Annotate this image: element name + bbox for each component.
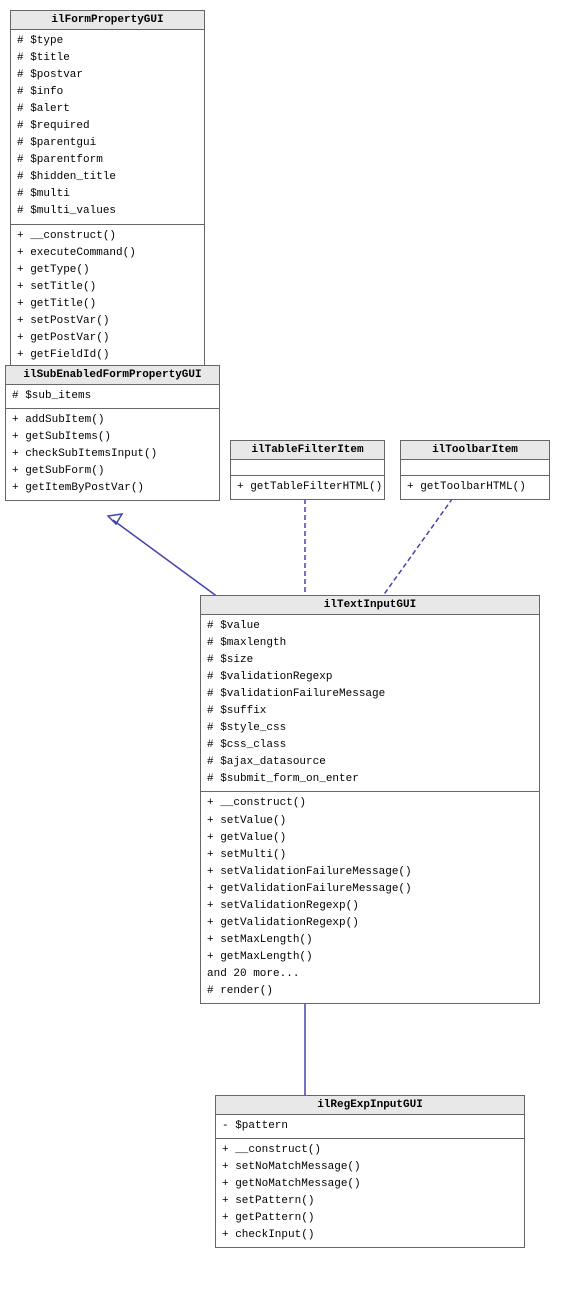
ilSubEnabledFormPropertyGUI-title: ilSubEnabledFormPropertyGUI: [6, 366, 219, 385]
ilToolbarItem-methods: + getToolbarHTML(): [401, 476, 549, 499]
ilRegExpInputGUI-box: ilRegExpInputGUI - $pattern + __construc…: [215, 1095, 525, 1248]
ilSubEnabledFormPropertyGUI-methods: + addSubItem() + getSubItems() + checkSu…: [6, 409, 219, 500]
ilTableFilterItem-title: ilTableFilterItem: [231, 441, 384, 460]
ilTextInputGUI-box: ilTextInputGUI # $value # $maxlength # $…: [200, 595, 540, 1004]
ilRegExpInputGUI-title: ilRegExpInputGUI: [216, 1096, 524, 1115]
ilTextInputGUI-methods: + __construct() + setValue() + getValue(…: [201, 792, 539, 1003]
ilFormPropertyGUI-fields: # $type # $title # $postvar # $info # $a…: [11, 30, 204, 225]
ilTableFilterItem-box: ilTableFilterItem + getTableFilterHTML(): [230, 440, 385, 500]
ilTableFilterItem-methods: + getTableFilterHTML(): [231, 476, 384, 499]
ilSubEnabledFormPropertyGUI-box: ilSubEnabledFormPropertyGUI # $sub_items…: [5, 365, 220, 501]
ilSubEnabledFormPropertyGUI-fields: # $sub_items: [6, 385, 219, 409]
ilToolbarItem-fields: [401, 460, 549, 476]
ilRegExpInputGUI-fields: - $pattern: [216, 1115, 524, 1139]
ilToolbarItem-box: ilToolbarItem + getToolbarHTML(): [400, 440, 550, 500]
ilTableFilterItem-fields: [231, 460, 384, 476]
ilTextInputGUI-title: ilTextInputGUI: [201, 596, 539, 615]
ilTextInputGUI-fields: # $value # $maxlength # $size # $validat…: [201, 615, 539, 792]
ilFormPropertyGUI-title: ilFormPropertyGUI: [11, 11, 204, 30]
uml-diagram: ilFormPropertyGUI # $type # $title # $po…: [0, 0, 584, 1301]
ilRegExpInputGUI-methods: + __construct() + setNoMatchMessage() + …: [216, 1139, 524, 1247]
ilToolbarItem-title: ilToolbarItem: [401, 441, 549, 460]
